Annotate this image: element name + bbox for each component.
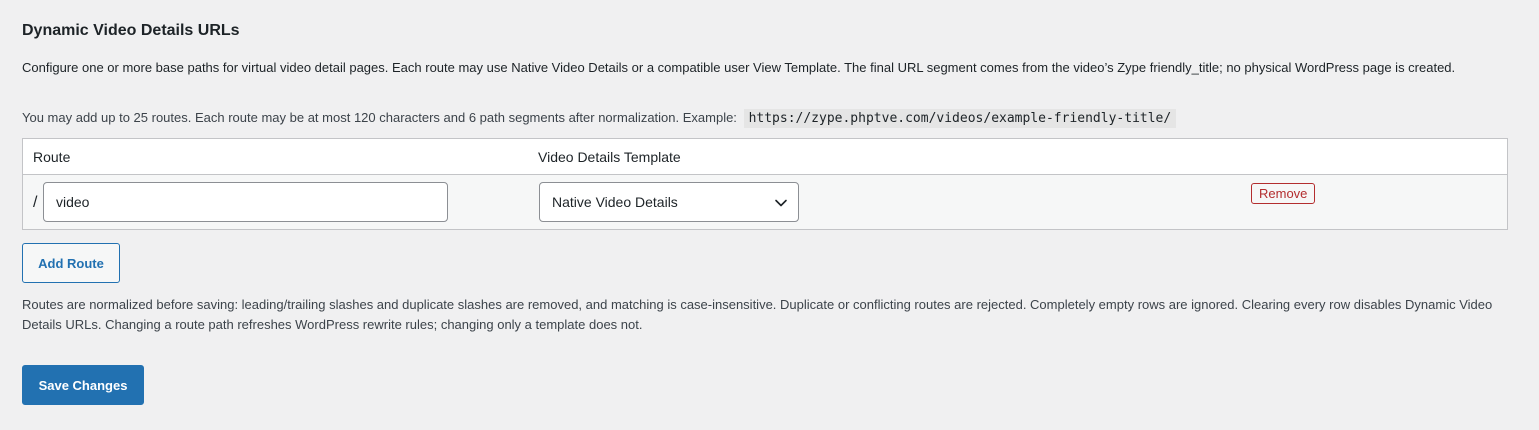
route-notes: Routes are normalized before saving: lea… [22, 297, 1493, 332]
route-prefix-slash: / [33, 194, 38, 211]
save-changes-button[interactable]: Save Changes [22, 365, 144, 405]
settings-page: Dynamic Video Details URLs Configure one… [0, 0, 1539, 430]
column-header-route: Route [33, 149, 71, 165]
add-route-button[interactable]: Add Route [22, 243, 120, 283]
page-title: Dynamic Video Details URLs [22, 22, 240, 39]
table-row: / Native Video Details Remove [23, 175, 1507, 229]
column-header-template: Video Details Template [538, 149, 681, 165]
template-select-value: Native Video Details [552, 194, 678, 210]
chevron-down-icon [775, 199, 787, 207]
example-url-code: https://zype.phptve.com/videos/example-f… [743, 109, 1177, 128]
section-description: Configure one or more base paths for vir… [22, 60, 1456, 75]
routes-table: Route Video Details Template / Native Vi… [22, 138, 1508, 230]
route-input[interactable] [43, 182, 448, 222]
remove-route-button[interactable]: Remove [1251, 183, 1316, 204]
table-header: Route Video Details Template [23, 139, 1507, 175]
template-select[interactable]: Native Video Details [539, 182, 799, 222]
route-limits-text: You may add up to 25 routes. Each route … [22, 108, 1177, 129]
route-limits-label: You may add up to 25 routes. Each route … [22, 110, 737, 125]
